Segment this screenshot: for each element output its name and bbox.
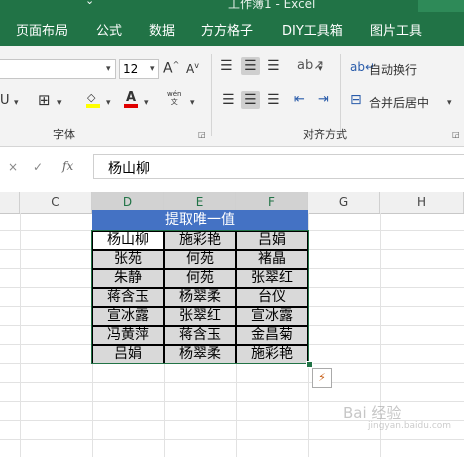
tab-formulas[interactable]: 公式 [96,20,122,39]
merge-center-icon[interactable]: ⊟ [350,92,362,108]
tab-page-layout[interactable]: 页面布局 [16,20,68,39]
enter-icon[interactable]: ✓ [33,160,43,174]
merge-center-button[interactable]: 合并后居中 [369,94,429,111]
decrease-indent-icon[interactable]: ⇤ [294,92,305,107]
grow-font-button[interactable]: A^ [163,60,179,77]
fill-handle[interactable] [306,361,313,368]
align-bottom-icon[interactable]: ☰ [267,58,280,74]
align-center-icon[interactable]: ☰ [241,91,260,109]
table-title[interactable]: 提取唯一值 [92,210,308,230]
select-all-corner[interactable] [0,192,20,213]
font-name-box[interactable] [0,59,116,79]
align-right-icon[interactable]: ☰ [267,92,280,108]
tab-picture-tools[interactable]: 图片工具 [370,20,422,39]
gridline [0,439,464,440]
align-left-icon[interactable]: ☰ [222,92,235,108]
alignment-group-label: 对齐方式 [303,128,347,141]
fill-color-icon[interactable]: ◇ [86,91,100,109]
phonetic-icon[interactable]: wén 文 [167,90,181,106]
watermark-url: jingyan.baidu.com [368,421,452,431]
chevron-down-icon[interactable]: ▾ [318,64,323,74]
increase-indent-icon[interactable]: ⇥ [318,92,329,107]
font-color-icon[interactable]: A [124,90,138,110]
group-separator [211,54,212,136]
formula-bar: × ✓ fx 杨山柳 [0,147,464,185]
window-title: 工作簿1 - Excel [228,0,316,11]
column-header-h[interactable]: H [380,192,464,213]
align-middle-icon[interactable]: ☰ [241,57,260,75]
chevron-down-icon[interactable]: ▾ [106,64,111,74]
dialog-launcher-icon[interactable]: ◲ [452,130,460,139]
chevron-down-icon[interactable]: ▾ [190,98,195,108]
chevron-down-icon[interactable]: ▾ [447,98,452,108]
shrink-font-label: A [186,62,195,76]
column-header-g[interactable]: G [308,192,380,213]
group-separator [340,54,341,136]
formula-input[interactable]: 杨山柳 [93,154,464,179]
watermark: Bai 经验 [343,404,402,422]
tab-diy-toolbox[interactable]: DIY工具箱 [282,20,343,39]
quick-analysis-icon[interactable]: ⚡ [312,368,332,388]
font-group-label: 字体 [53,128,75,141]
dialog-launcher-icon[interactable]: ◲ [198,130,206,139]
column-header-c[interactable]: C [20,192,92,213]
chevron-down-icon[interactable]: ▾ [57,98,62,108]
chevron-down-icon[interactable]: ▾ [150,64,155,74]
chevron-down-icon[interactable]: ▾ [144,98,149,108]
ribbon-tabs: 页面布局 公式 数据 方方格子 DIY工具箱 图片工具 [0,12,464,46]
grow-font-label: A [163,60,173,77]
underline-icon[interactable]: U [0,93,10,108]
chevron-down-icon[interactable]: ▾ [14,98,19,108]
cancel-icon[interactable]: × [8,160,18,174]
wrap-text-button[interactable]: 自动换行 [369,61,417,78]
borders-icon[interactable]: ⊞ [38,91,51,109]
align-top-icon[interactable]: ☰ [220,58,233,74]
tab-data[interactable]: 数据 [149,20,175,39]
account-area[interactable] [418,0,464,12]
tab-fangfang[interactable]: 方方格子 [201,20,253,39]
insert-function-icon[interactable]: fx [62,159,73,173]
chevron-down-icon[interactable]: ⌄ [85,0,94,7]
ribbon: ▾ 12 ▾ A^ Av U ▾ ⊞ ▾ ◇ ▾ A ▾ wén 文 ▾ 字体 … [0,46,464,147]
chevron-down-icon[interactable]: ▾ [106,98,111,108]
gridline [0,382,464,383]
selection-range [91,230,309,364]
title-bar: ⌄ 工作簿1 - Excel [0,0,464,12]
shrink-font-button[interactable]: Av [186,61,199,76]
